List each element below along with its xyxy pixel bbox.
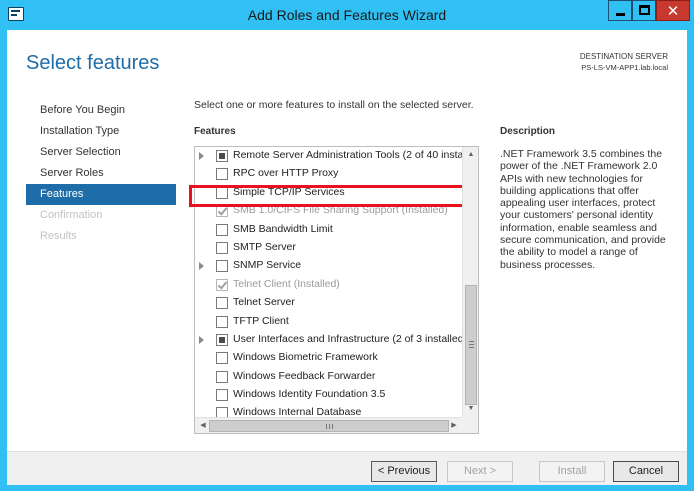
nav-item-before-you-begin[interactable]: Before You Begin xyxy=(26,100,176,121)
nav-item-server-roles[interactable]: Server Roles xyxy=(26,163,176,184)
grip-icon xyxy=(469,341,474,348)
feature-checkbox xyxy=(216,278,228,291)
expand-arrow-icon[interactable] xyxy=(199,335,204,344)
feature-label: Telnet Server xyxy=(233,296,295,309)
feature-row[interactable]: Telnet Client (Installed) xyxy=(195,276,463,294)
destination-server-label: DESTINATION SERVER xyxy=(579,52,668,61)
expand-arrow-icon[interactable] xyxy=(199,152,204,160)
nav-item-server-selection[interactable]: Server Selection xyxy=(26,142,176,163)
feature-row[interactable]: Windows Feedback Forwarder xyxy=(195,368,463,386)
description-heading: Description xyxy=(500,126,556,137)
instruction-text: Select one or more features to install o… xyxy=(194,99,474,111)
feature-row[interactable]: User Interfaces and Infrastructure (2 of… xyxy=(195,331,467,349)
feature-checkbox[interactable] xyxy=(216,370,228,383)
feature-row[interactable]: TFTP Client xyxy=(195,313,463,331)
next-button: Next > xyxy=(447,461,513,482)
wizard-steps-nav: Before You Begin Installation Type Serve… xyxy=(26,100,176,247)
feature-label: SMB Bandwidth Limit xyxy=(233,222,333,235)
feature-row[interactable]: SMTP Server xyxy=(195,239,463,257)
feature-row[interactable]: Windows Biometric Framework xyxy=(195,349,463,367)
nav-item-confirmation: Confirmation xyxy=(40,209,103,221)
highlight-box xyxy=(189,185,465,207)
feature-checkbox[interactable] xyxy=(216,150,228,162)
previous-button[interactable]: < Previous xyxy=(371,461,437,482)
nav-item-results: Results xyxy=(40,230,77,242)
feature-row[interactable]: SNMP Service xyxy=(195,257,463,275)
page-title: Select features xyxy=(26,52,160,74)
feature-checkbox[interactable] xyxy=(216,333,228,346)
scroll-right-icon[interactable]: ▶ xyxy=(446,418,462,434)
feature-label: TFTP Client xyxy=(233,314,289,327)
install-button: Install xyxy=(539,461,605,482)
feature-checkbox[interactable] xyxy=(216,260,228,273)
feature-label: Windows Identity Foundation 3.5 xyxy=(233,388,386,401)
feature-label: Telnet Client (Installed) xyxy=(233,277,340,290)
feature-checkbox[interactable] xyxy=(216,223,228,236)
scrollbar-corner xyxy=(462,417,478,433)
feature-checkbox[interactable] xyxy=(216,297,228,310)
grip-icon xyxy=(326,424,333,429)
feature-label: Windows Biometric Framework xyxy=(233,351,378,364)
description-text: .NET Framework 3.5 combines the power of… xyxy=(500,148,666,271)
close-icon: ✕ xyxy=(666,2,680,20)
cancel-button[interactable]: Cancel xyxy=(613,461,679,482)
feature-row[interactable]: Telnet Server xyxy=(195,294,463,312)
feature-checkbox[interactable] xyxy=(216,315,228,328)
close-button[interactable]: ✕ xyxy=(656,0,690,21)
feature-row[interactable]: RPC over HTTP Proxy xyxy=(195,165,463,183)
feature-checkbox[interactable] xyxy=(216,241,228,254)
feature-checkbox[interactable] xyxy=(216,168,228,181)
minimize-icon xyxy=(616,13,625,16)
feature-checkbox[interactable] xyxy=(216,352,228,365)
maximize-button[interactable] xyxy=(632,0,656,21)
window-title: Add Roles and Features Wizard xyxy=(247,7,447,23)
nav-item-features[interactable]: Features xyxy=(26,184,176,205)
feature-row[interactable]: SMB Bandwidth Limit xyxy=(195,221,463,239)
feature-label: Windows Feedback Forwarder xyxy=(233,369,376,382)
horizontal-scrollbar[interactable]: ◀ ▶ xyxy=(195,417,462,433)
vertical-scrollbar[interactable]: ▲ ▼ xyxy=(462,147,478,417)
destination-server-value: PS-LS-VM-APP1.lab.local xyxy=(581,63,668,72)
minimize-button[interactable] xyxy=(608,0,632,21)
feature-label: SNMP Service xyxy=(233,259,302,272)
scroll-up-icon[interactable]: ▲ xyxy=(463,147,479,163)
feature-label: User Interfaces and Infrastructure (2 of… xyxy=(233,332,468,345)
features-heading: Features xyxy=(194,126,236,137)
feature-label: Remote Server Administration Tools (2 of… xyxy=(233,149,464,161)
expand-arrow-icon[interactable] xyxy=(199,262,204,271)
feature-row[interactable]: Remote Server Administration Tools (2 of… xyxy=(195,147,463,165)
feature-checkbox[interactable] xyxy=(216,389,228,402)
feature-label: RPC over HTTP Proxy xyxy=(233,167,339,180)
scroll-down-icon[interactable]: ▼ xyxy=(463,401,479,417)
vertical-scroll-thumb[interactable] xyxy=(465,285,477,405)
feature-label: SMTP Server xyxy=(233,240,296,253)
maximize-icon xyxy=(639,5,650,15)
horizontal-scroll-thumb[interactable] xyxy=(209,420,449,432)
feature-row[interactable]: Windows Identity Foundation 3.5 xyxy=(195,386,463,404)
title-bar[interactable]: Add Roles and Features Wizard ✕ xyxy=(0,0,694,30)
nav-item-installation-type[interactable]: Installation Type xyxy=(26,121,176,142)
